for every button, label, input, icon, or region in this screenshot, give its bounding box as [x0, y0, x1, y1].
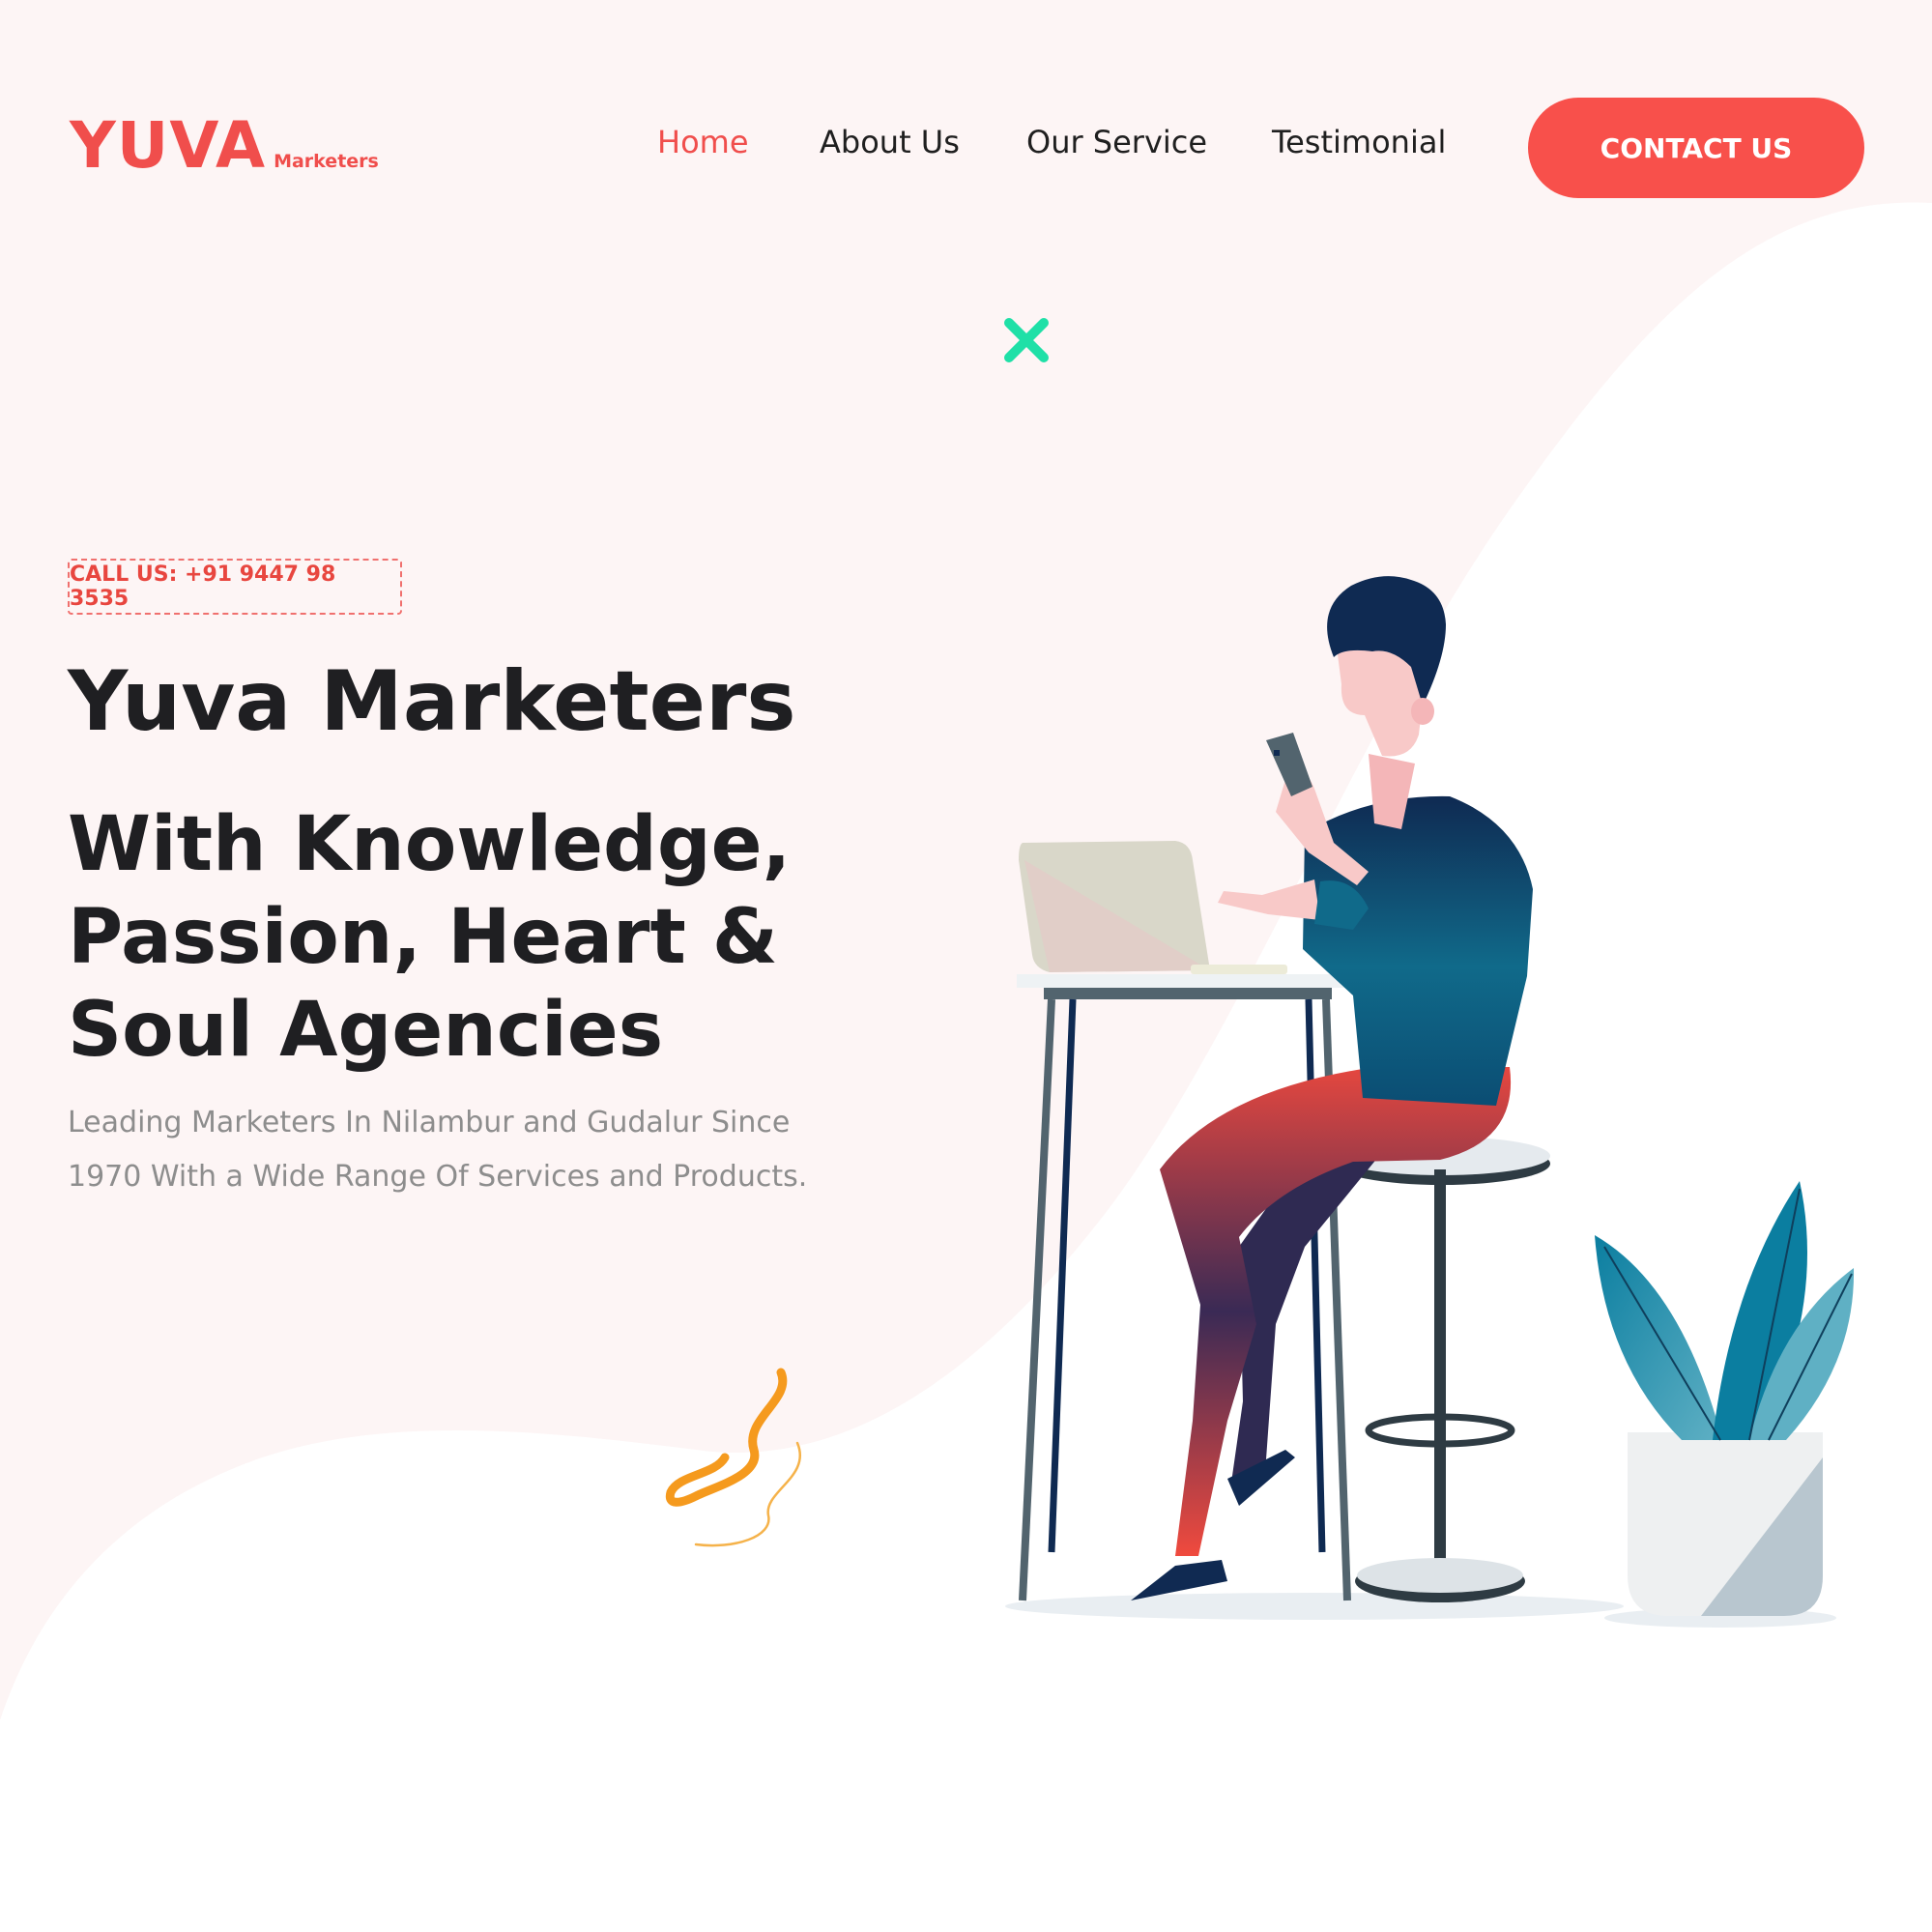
- nav-item-our-service[interactable]: Our Service: [1026, 124, 1207, 160]
- call-us-badge[interactable]: CALL US: +91 9447 98 3535: [68, 559, 402, 615]
- hero-illustration: [1005, 576, 1855, 1628]
- squiggle-decoration-icon: [665, 1368, 801, 1547]
- nav-item-about-us[interactable]: About Us: [820, 124, 960, 160]
- contact-us-button[interactable]: CONTACT US: [1528, 98, 1864, 198]
- hero-description: Leading Marketers In Nilambur and Gudalu…: [68, 1106, 808, 1194]
- nav-item-home[interactable]: Home: [657, 124, 749, 160]
- nav-item-testimonial[interactable]: Testimonial: [1272, 124, 1446, 160]
- hero-subtitle: With Knowledge, Passion, Heart & Soul Ag…: [68, 801, 792, 1074]
- brand-tagline: Marketers: [274, 151, 379, 172]
- hero-title: Yuva Marketers: [68, 653, 796, 750]
- brand-logo[interactable]: YUVA Marketers: [70, 114, 379, 178]
- close-icon[interactable]: [999, 313, 1053, 367]
- brand-name: YUVA: [70, 108, 267, 183]
